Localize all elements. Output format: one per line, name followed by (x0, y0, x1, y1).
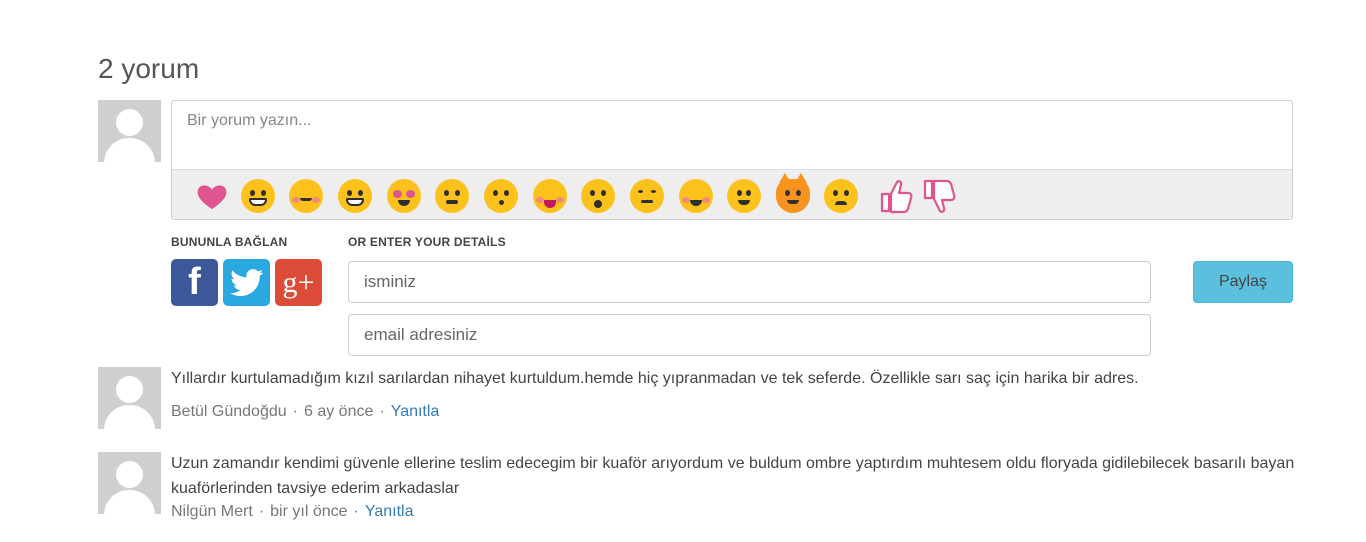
heart-icon[interactable] (195, 184, 229, 210)
comment-author: Nilgün Mert (171, 503, 253, 520)
thumbs-up-icon[interactable] (879, 178, 913, 214)
cat-face-icon[interactable] (776, 173, 810, 213)
current-user-avatar (98, 100, 161, 162)
comment-meta: Nilgün Mert · bir yıl önce · Yanıtla (171, 503, 414, 520)
thumbs-down-icon[interactable] (922, 178, 956, 214)
comment-time: 6 ay önce (303, 403, 374, 420)
laughing-face-icon[interactable] (533, 179, 567, 213)
facebook-login-button[interactable]: f (171, 259, 218, 306)
kissing-face-icon[interactable] (484, 179, 518, 213)
email-input[interactable] (348, 314, 1151, 356)
comment-textarea[interactable] (172, 101, 1292, 169)
comment-time: bir yıl önce (270, 503, 348, 520)
comment-author: Betül Gündoğdu (171, 403, 287, 420)
comment-text: Yıllardır kurtulamadığım kızıl sarılarda… (171, 370, 1139, 387)
commenter-avatar (98, 452, 161, 514)
comments-count-title: 2 yorum (98, 53, 200, 84)
confounded-face-icon[interactable] (435, 179, 469, 213)
sleepy-face-icon[interactable] (289, 179, 323, 213)
comment-compose-box (171, 100, 1293, 220)
emoji-bar (172, 169, 1292, 219)
smiling-face-icon[interactable] (727, 179, 761, 213)
worried-face-icon[interactable] (824, 179, 858, 213)
grinning-face-icon[interactable] (338, 179, 372, 213)
twitter-login-button[interactable] (223, 259, 270, 306)
surprised-face-icon[interactable] (581, 179, 615, 213)
commenter-avatar (98, 367, 161, 429)
share-button[interactable]: Paylaş (1193, 261, 1293, 303)
google-plus-icon: g+ (282, 265, 315, 299)
facebook-icon: f (188, 261, 201, 303)
blushing-face-icon[interactable] (679, 179, 713, 213)
comment-meta: Betül Gündoğdu · 6 ay önce · Yanıtla (171, 403, 440, 420)
heart-eyes-face-icon[interactable] (387, 179, 421, 213)
social-connect-label: BUNUNLA BAĞLAN (171, 235, 288, 249)
reply-link[interactable]: Yanıtla (365, 503, 414, 520)
angry-face-icon[interactable] (630, 179, 664, 213)
name-input[interactable] (348, 261, 1151, 303)
reply-link[interactable]: Yanıtla (391, 403, 440, 420)
anguished-face-icon[interactable] (241, 179, 275, 213)
google-plus-login-button[interactable]: g+ (275, 259, 322, 306)
comment-text: Uzun zamandır kendimi güvenle ellerine t… (171, 455, 1295, 497)
twitter-icon (229, 268, 263, 296)
enter-details-label: OR ENTER YOUR DETAİLS (348, 235, 506, 249)
